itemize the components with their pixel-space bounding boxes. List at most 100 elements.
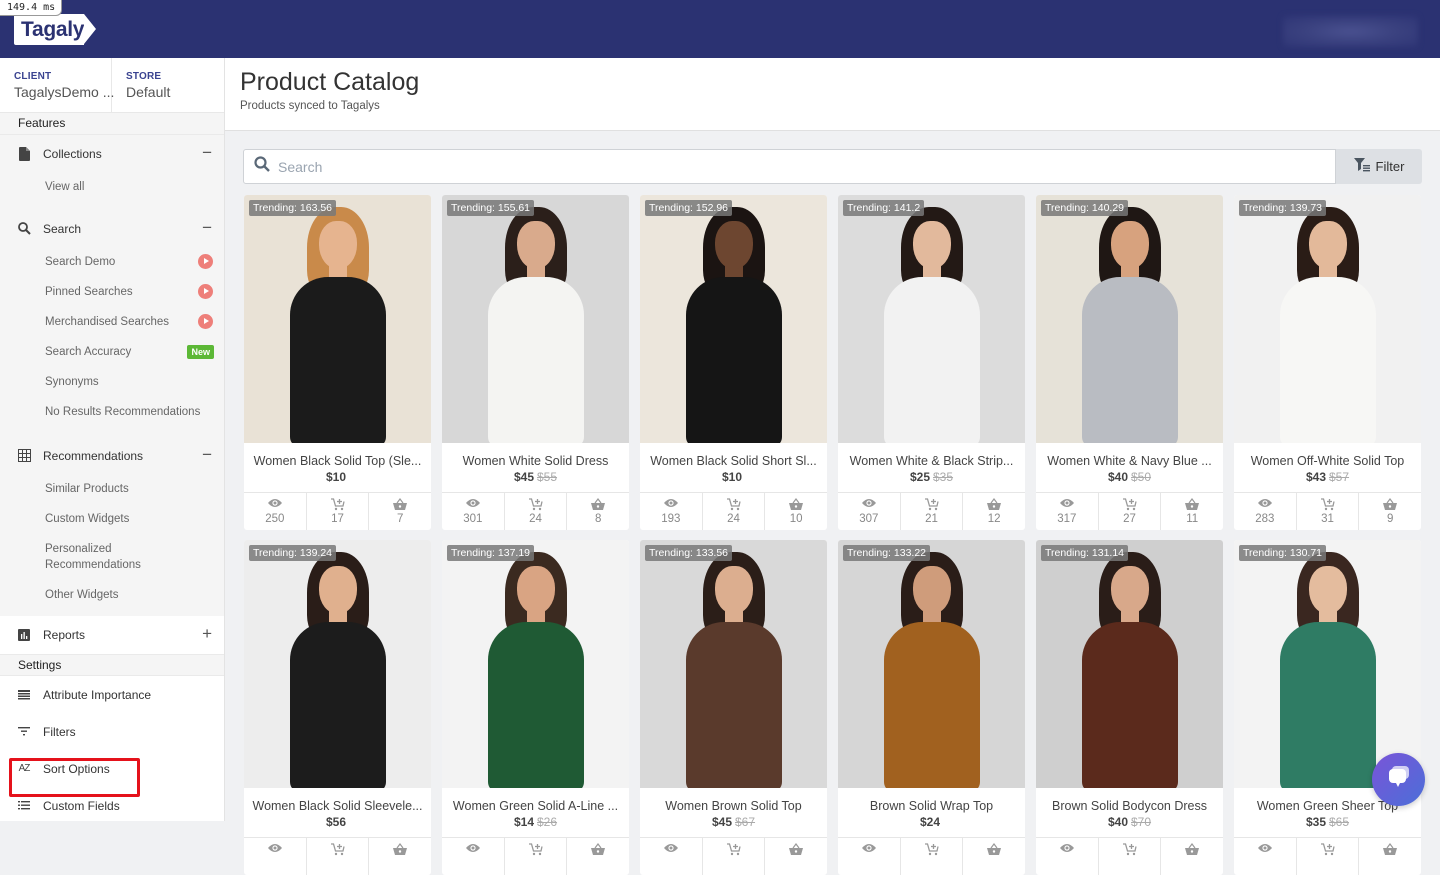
product-image[interactable]: Trending: 133.56 (640, 540, 827, 788)
price-current: $40 (1107, 470, 1128, 484)
product-card[interactable]: Trending: 133.22 Brown Solid Wrap Top $2… (838, 540, 1025, 875)
product-card[interactable]: Trending: 141.2 Women White & Black Stri… (838, 195, 1025, 530)
product-price: $45 $67 (640, 815, 827, 829)
product-image[interactable]: Trending: 133.22 (838, 540, 1025, 788)
product-image[interactable]: Trending: 140.29 (1036, 195, 1223, 443)
product-card[interactable]: Trending: 133.56 Women Brown Solid Top $… (640, 540, 827, 875)
price-current: $56 (325, 815, 347, 829)
trending-badge: Trending: 130.71 (1239, 545, 1327, 561)
eye-icon (244, 498, 306, 511)
trending-badge: Trending: 131.14 (1041, 545, 1129, 561)
sidebar-item-personalized-recommendations[interactable]: Personalized Recommendations (0, 534, 224, 580)
sidebar-item-reports[interactable]: Reports + (0, 616, 224, 654)
store-selector[interactable]: STORE Default (112, 58, 170, 112)
stat-views: 193 (640, 493, 703, 530)
product-photo-garment (1279, 277, 1376, 443)
product-card[interactable]: Trending: 139.24 Women Black Solid Sleev… (244, 540, 431, 875)
search-icon (17, 222, 31, 236)
product-stats (1036, 837, 1223, 875)
sidebar-item-no-results-recommendations[interactable]: No Results Recommendations (0, 397, 224, 427)
sidebar-item-custom-fields[interactable]: Custom Fields (0, 787, 224, 821)
product-card[interactable]: Trending: 155.61 Women White Solid Dress… (442, 195, 629, 530)
product-image[interactable]: Trending: 152.96 (640, 195, 827, 443)
product-photo-face (1308, 566, 1347, 614)
price-original: $57 (1329, 470, 1350, 484)
sidebar-item-custom-widgets[interactable]: Custom Widgets (0, 504, 224, 534)
sidebar-item-collections[interactable]: Collections − (0, 135, 224, 172)
product-name: Women White Solid Dress (462, 454, 609, 468)
views-count: 317 (1057, 513, 1077, 525)
product-photo-garment (883, 622, 980, 788)
expand-icon[interactable]: + (202, 624, 212, 644)
product-card[interactable]: Trending: 139.73 Women Off-White Solid T… (1234, 195, 1421, 530)
add-to-cart-icon (901, 498, 963, 511)
product-card[interactable]: Trending: 137.19 Women Green Solid A-Lin… (442, 540, 629, 875)
product-price: $24 (838, 815, 1025, 829)
product-photo-face (1308, 221, 1347, 269)
product-name: Women Black Solid Short Sl... (650, 454, 817, 468)
sidebar-item-attribute-importance[interactable]: Attribute Importance (0, 676, 224, 713)
sidebar-item-pinned-searches[interactable]: Pinned Searches (0, 277, 224, 307)
sidebar-item-other-widgets[interactable]: Other Widgets (0, 580, 224, 610)
product-card[interactable]: Trending: 130.71 Women Green Sheer Top $… (1234, 540, 1421, 875)
search-input[interactable] (278, 158, 1251, 175)
sidebar-item-view-all[interactable]: View all (0, 172, 224, 202)
collapse-icon[interactable]: − (202, 218, 212, 238)
stat-add-to-cart: 24 (505, 493, 568, 530)
product-image[interactable]: Trending: 155.61 (442, 195, 629, 443)
sidebar-item-merchandised-searches[interactable]: Merchandised Searches (0, 307, 224, 337)
stat-purchases (963, 838, 1025, 875)
product-photo-garment (289, 277, 386, 443)
main-content: Product Catalog Products synced to Tagal… (225, 58, 1440, 875)
new-badge: New (187, 345, 214, 359)
client-value: TagalysDemo ... (14, 84, 115, 100)
stat-add-to-cart (307, 838, 370, 875)
product-stats (838, 837, 1025, 875)
stat-add-to-cart: 27 (1099, 493, 1162, 530)
collapse-icon[interactable]: − (202, 445, 212, 465)
basket-icon (765, 843, 827, 856)
filter-button[interactable]: Filter (1336, 149, 1422, 184)
product-image[interactable]: Trending: 130.71 (1234, 540, 1421, 788)
store-label: STORE (126, 71, 162, 82)
views-count: 283 (1255, 513, 1275, 525)
product-image[interactable]: Trending: 131.14 (1036, 540, 1223, 788)
client-selector[interactable]: CLIENT TagalysDemo ... (0, 58, 115, 112)
product-image[interactable]: Trending: 137.19 (442, 540, 629, 788)
add-to-cart-icon (703, 498, 765, 511)
add-to-cart-icon (1099, 498, 1161, 511)
trending-badge: Trending: 133.56 (645, 545, 733, 561)
product-photo-face (318, 566, 357, 614)
product-image[interactable]: Trending: 141.2 (838, 195, 1025, 443)
product-card[interactable]: Trending: 163.56 Women Black Solid Top (… (244, 195, 431, 530)
sidebar-item-search-demo[interactable]: Search Demo (0, 247, 224, 277)
sidebar-item-search[interactable]: Search − (0, 210, 224, 247)
user-menu-blurred[interactable] (1283, 16, 1418, 47)
trending-badge: Trending: 133.22 (843, 545, 931, 561)
tagalys-logo[interactable]: Tagalys (14, 14, 96, 45)
sidebar-item-synonyms[interactable]: Synonyms (0, 367, 224, 397)
views-count: 193 (661, 513, 681, 525)
stat-purchases (567, 838, 629, 875)
product-stats: 307 21 12 (838, 492, 1025, 530)
product-image[interactable]: Trending: 139.24 (244, 540, 431, 788)
chat-button[interactable] (1372, 753, 1425, 806)
product-photo-face (714, 221, 753, 269)
other-widgets-label: Other Widgets (45, 589, 119, 601)
sidebar-item-search-accuracy[interactable]: Search Accuracy New (0, 337, 224, 367)
product-card[interactable]: Trending: 131.14 Brown Solid Bodycon Dre… (1036, 540, 1223, 875)
product-price: $56 (244, 815, 431, 829)
purchases-count: 10 (789, 513, 803, 525)
sidebar-item-filters[interactable]: Filters (0, 713, 224, 750)
eye-icon (442, 498, 504, 511)
sidebar-item-similar-products[interactable]: Similar Products (0, 474, 224, 504)
sidebar-item-sort-options[interactable]: AZ Sort Options (0, 750, 224, 787)
collapse-icon[interactable]: − (202, 143, 212, 163)
search-field[interactable] (243, 149, 1336, 184)
product-image[interactable]: Trending: 163.56 (244, 195, 431, 443)
sidebar: CLIENT TagalysDemo ... STORE Default Fea… (0, 58, 225, 821)
sidebar-item-recommendations[interactable]: Recommendations − (0, 437, 224, 474)
product-image[interactable]: Trending: 139.73 (1234, 195, 1421, 443)
product-card[interactable]: Trending: 140.29 Women White & Navy Blue… (1036, 195, 1223, 530)
product-card[interactable]: Trending: 152.96 Women Black Solid Short… (640, 195, 827, 530)
